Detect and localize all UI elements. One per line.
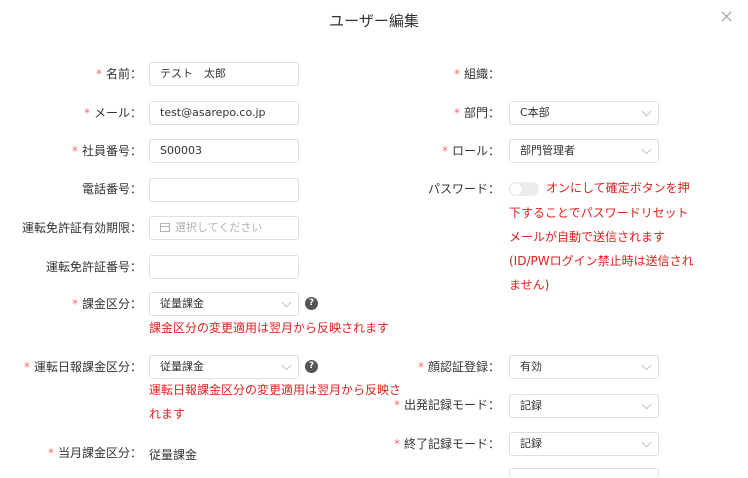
- password-note-line1: オンにして確定ボタンを押: [546, 181, 690, 195]
- name-label: * 名前：: [0, 67, 142, 81]
- required-mark: *: [23, 360, 30, 374]
- daily-billing-note-line1: 運転日報課金区分の変更適用は翌月から反映さ: [149, 383, 402, 397]
- face-auth-select-value: 有効: [520, 360, 542, 373]
- password-note-line4: (ID/PWログイン禁止時は送信され: [509, 254, 694, 268]
- password-note-line5: ません): [509, 278, 550, 292]
- org-label: * 組織：: [380, 67, 500, 81]
- required-mark: *: [95, 67, 102, 81]
- question-mark-icon[interactable]: ?: [305, 360, 318, 373]
- required-mark: *: [453, 67, 460, 81]
- billing-label-text: 課金区分：: [81, 297, 142, 311]
- required-mark: *: [393, 398, 400, 412]
- month-billing-label: * 当月課金区分：: [0, 446, 142, 460]
- role-select-value: 部門管理者: [520, 144, 575, 157]
- role-label: * ロール：: [380, 144, 500, 158]
- daily-billing-select[interactable]: 従量課金: [149, 355, 299, 379]
- password-label: パスワード：: [427, 182, 500, 196]
- end-mode-select[interactable]: 記録: [509, 432, 659, 456]
- phone-label: 電話番号：: [81, 182, 142, 196]
- depart-mode-label: * 出発記録モード：: [380, 398, 500, 412]
- chevron-down-icon: [641, 360, 652, 371]
- org-label-text: 組織：: [463, 67, 500, 81]
- face-auth-label: * 顔認証登録：: [380, 360, 500, 374]
- mail-label-text: メール：: [93, 106, 142, 120]
- chevron-down-icon: [281, 360, 292, 371]
- month-billing-value: 従量課金: [149, 448, 198, 462]
- password-note-line2: 下することでパスワードリセット: [509, 206, 689, 220]
- phone-input[interactable]: [149, 178, 299, 202]
- chevron-down-icon: [641, 437, 652, 448]
- required-mark: *: [71, 144, 78, 158]
- daily-billing-label: * 運転日報課金区分：: [0, 360, 142, 374]
- required-mark: *: [453, 106, 460, 120]
- billing-note: 課金区分の変更適用は翌月から反映されます: [149, 321, 390, 335]
- license-expiry-label: 運転免許証有効期限：: [21, 221, 142, 235]
- required-mark: *: [83, 106, 90, 120]
- required-mark: *: [417, 360, 424, 374]
- dialog-title: ユーザー編集: [329, 12, 419, 30]
- close-icon[interactable]: [720, 10, 734, 24]
- required-mark: *: [441, 144, 448, 158]
- toggle-knob: [510, 183, 522, 195]
- chevron-down-icon: [641, 144, 652, 155]
- question-mark-icon[interactable]: ?: [305, 297, 318, 310]
- password-reset-toggle[interactable]: [509, 182, 539, 196]
- face-auth-select[interactable]: 有効: [509, 355, 659, 379]
- license-no-input[interactable]: [149, 255, 299, 279]
- billing-select-value: 従量課金: [160, 297, 204, 310]
- end-mode-label: * 終了記録モード：: [380, 437, 500, 451]
- depart-mode-select[interactable]: 記録: [509, 394, 659, 418]
- depart-mode-select-value: 記録: [520, 399, 542, 412]
- employee-no-label: * 社員番号：: [0, 144, 142, 158]
- billing-select[interactable]: 従量課金: [149, 292, 299, 316]
- mail-label: * メール：: [0, 106, 142, 120]
- required-mark: *: [47, 446, 54, 460]
- dept-label: * 部門：: [380, 106, 500, 120]
- chevron-down-icon: [641, 106, 652, 117]
- employee-no-label-text: 社員番号：: [81, 144, 142, 158]
- calendar-icon: [160, 222, 170, 232]
- chevron-down-icon: [281, 297, 292, 308]
- depart-mode-label-text: 出発記録モード：: [403, 398, 500, 412]
- password-note-line3: メールが自動で送信されます: [509, 230, 666, 244]
- dept-select[interactable]: C本部: [509, 101, 659, 125]
- end-mode-select-value: 記録: [520, 437, 542, 450]
- role-label-text: ロール：: [451, 144, 500, 158]
- face-auth-label-text: 顔認証登録：: [427, 360, 500, 374]
- daily-billing-label-text: 運転日報課金区分：: [33, 360, 142, 374]
- required-mark: *: [71, 297, 78, 311]
- dept-select-value: C本部: [520, 106, 550, 119]
- billing-label: * 課金区分：: [0, 297, 142, 311]
- required-mark: *: [393, 437, 400, 451]
- mail-input[interactable]: test@asarepo.co.jp: [149, 101, 299, 125]
- daily-billing-select-value: 従量課金: [160, 360, 204, 373]
- license-no-label: 運転免許証番号：: [45, 260, 142, 274]
- name-input[interactable]: テスト 太郎: [149, 62, 299, 86]
- month-billing-label-text: 当月課金区分：: [57, 446, 142, 460]
- end-mode-label-text: 終了記録モード：: [403, 437, 500, 451]
- chevron-down-icon: [641, 399, 652, 410]
- employee-no-input[interactable]: S00003: [149, 139, 299, 163]
- next-select-partial[interactable]: [509, 468, 659, 478]
- dept-label-text: 部門：: [463, 106, 500, 120]
- license-expiry-datepicker[interactable]: 選択してください: [149, 216, 299, 240]
- name-label-text: 名前：: [105, 67, 142, 81]
- role-select[interactable]: 部門管理者: [509, 139, 659, 163]
- daily-billing-note-line2: れます: [149, 407, 186, 421]
- license-expiry-placeholder: 選択してください: [175, 221, 263, 234]
